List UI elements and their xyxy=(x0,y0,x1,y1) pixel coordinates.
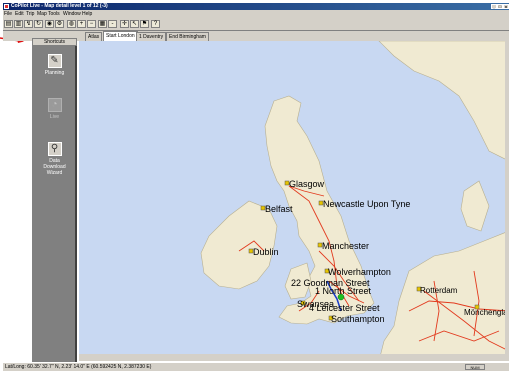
print-icon[interactable]: ▤ xyxy=(4,20,13,28)
copilot-window: CoPilot Live - Map detail level 1 of 12 … xyxy=(0,0,509,372)
tab-start-london[interactable]: Start London xyxy=(103,31,138,41)
close-button[interactable]: x xyxy=(503,4,509,9)
menu-bar: File Edit Trip Map Tools Window Help xyxy=(3,10,509,18)
route-planning-icon: ✎ xyxy=(47,54,62,68)
satellite-dish-icon: ⚲ xyxy=(47,142,62,156)
city-label: Dublin xyxy=(253,247,279,257)
city-label: Newcastle Upon Tyne xyxy=(323,199,410,209)
menu-trip[interactable]: Trip xyxy=(26,10,34,18)
zoom-in-icon[interactable]: + xyxy=(77,20,86,28)
tab-end-birmingham[interactable]: End Birmingham xyxy=(166,32,209,41)
city-label: Glasgow xyxy=(289,179,325,189)
shortcut-live[interactable]: ◔ Live xyxy=(32,98,77,120)
title-bar: CoPilot Live - Map detail level 1 of 12 … xyxy=(3,3,509,10)
map-view[interactable]: Glasgow Belfast Newcastle Upon Tyne Dubl… xyxy=(79,41,509,361)
pan-icon[interactable]: ✛ xyxy=(120,20,129,28)
city-label: Manchester xyxy=(322,241,369,251)
shortcut-planning-label: Planning xyxy=(44,70,65,76)
menu-edit[interactable]: Edit xyxy=(15,10,24,18)
city-label: Belfast xyxy=(265,204,293,214)
dash-icon[interactable]: - xyxy=(108,20,117,28)
route-options-icon[interactable]: ↻ xyxy=(34,20,43,28)
tab-bar: Atlas Start London 1 Daventry End Birmin… xyxy=(3,31,509,41)
help-icon[interactable]: ? xyxy=(151,20,160,28)
status-bar: Lat/Long: 60.35' 32.7" N, 2.23' 14.0" E … xyxy=(3,362,509,371)
city-label: Wolverhampton xyxy=(328,267,391,277)
menu-file[interactable]: File xyxy=(4,10,12,18)
app-icon xyxy=(4,4,9,9)
toolbar: ▤ ▥ ↯ ↻ ◉ ⚙ ◍ + − ▦ - ✛ ↖ ⚑ ? xyxy=(3,18,509,31)
map-canvas[interactable]: Glasgow Belfast Newcastle Upon Tyne Dubl… xyxy=(79,41,509,361)
flag-icon[interactable]: ⚑ xyxy=(140,20,149,28)
tab-atlas[interactable]: Atlas xyxy=(85,32,103,41)
route-icon[interactable]: ↯ xyxy=(24,20,33,28)
shortcut-live-label: Live xyxy=(49,114,60,120)
map-vertical-scrollbar[interactable] xyxy=(505,41,509,361)
print-route-icon[interactable]: ▥ xyxy=(14,20,23,28)
shortcut-planning[interactable]: ✎ Planning xyxy=(32,54,77,76)
gps-icon[interactable]: ◉ xyxy=(45,20,54,28)
live-navigation-icon: ◔ xyxy=(47,98,62,112)
menu-help[interactable]: Help xyxy=(82,10,92,18)
num-lock-indicator: NUM xyxy=(465,364,485,370)
menu-window[interactable]: Window xyxy=(63,10,81,18)
zoom-world-icon[interactable]: ◍ xyxy=(67,20,76,28)
shortcut-data-download-label: Data Download Wizard xyxy=(43,158,66,176)
city-label: Southampton xyxy=(331,314,385,324)
zoom-out-icon[interactable]: − xyxy=(87,20,96,28)
menu-map[interactable]: Map xyxy=(37,10,47,18)
city-label: Mönchengladbach xyxy=(464,308,509,317)
map-layers-icon[interactable]: ▦ xyxy=(98,20,107,28)
select-arrow-icon[interactable]: ↖ xyxy=(130,20,139,28)
shortcuts-sidebar: ✎ Planning ◔ Live ⚲ Data Download Wizard xyxy=(32,46,77,367)
menu-tools[interactable]: Tools xyxy=(48,10,60,18)
city-label: 1 North Street xyxy=(315,286,372,296)
city-label: Rotterdam xyxy=(420,286,458,295)
shortcuts-header[interactable]: Shortcuts xyxy=(32,38,77,46)
map-horizontal-scrollbar[interactable] xyxy=(79,354,505,361)
latlong-readout: Lat/Long: 60.35' 32.7" N, 2.23' 14.0" E … xyxy=(5,364,152,370)
settings-icon[interactable]: ⚙ xyxy=(55,20,64,28)
window-title: CoPilot Live - Map detail level 1 of 12 … xyxy=(11,3,108,9)
shortcut-data-download-wizard[interactable]: ⚲ Data Download Wizard xyxy=(32,142,77,176)
city-label: 4 Leicester Street xyxy=(309,303,380,313)
tab-1-daventry[interactable]: 1 Daventry xyxy=(136,32,167,41)
